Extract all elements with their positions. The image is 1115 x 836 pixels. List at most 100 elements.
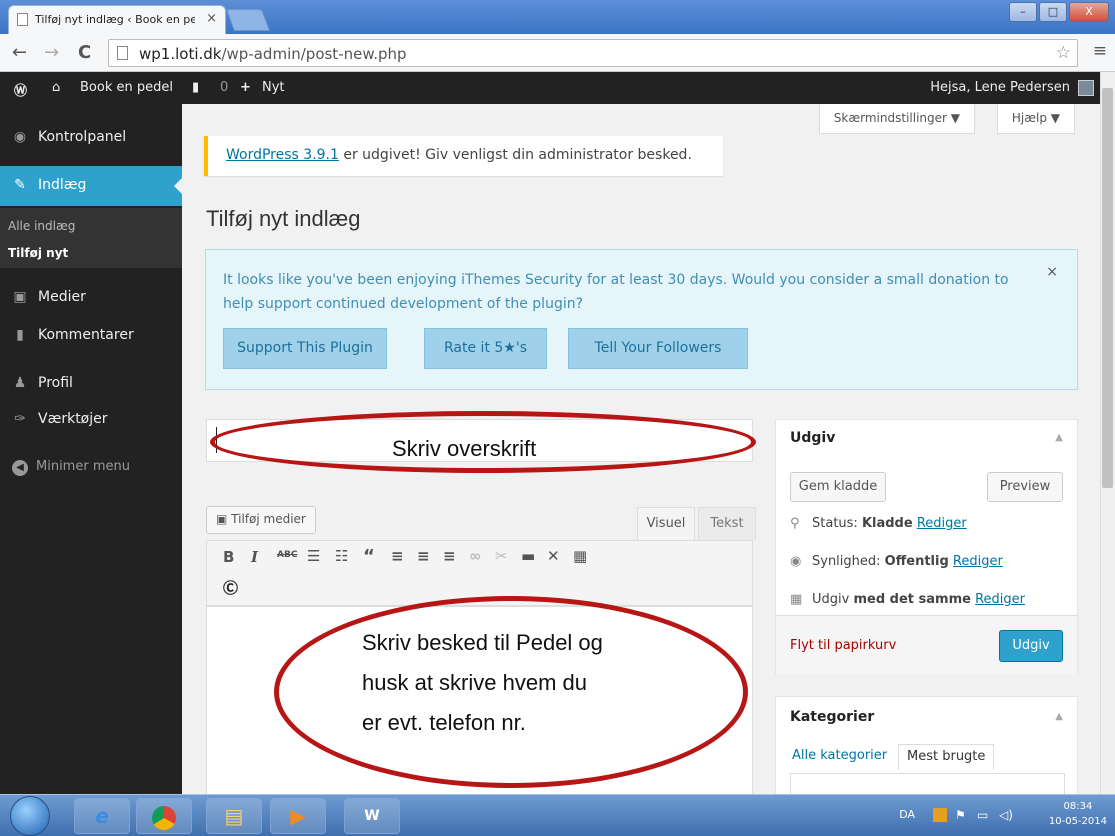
- internet-explorer-icon[interactable]: e: [74, 798, 130, 834]
- minimize-button[interactable]: –: [1009, 2, 1037, 22]
- fullscreen-icon[interactable]: ✕: [547, 547, 560, 565]
- update-notice-text: er udgivet! Giv venligst din administrat…: [338, 147, 692, 163]
- update-link[interactable]: WordPress 3.9.1: [226, 147, 339, 163]
- add-media-button[interactable]: ▣ Tilføj medier: [206, 506, 316, 534]
- collapse-toggle-icon[interactable]: ▲: [1055, 711, 1063, 722]
- tab-most-used[interactable]: Mest brugte: [898, 744, 995, 770]
- edit-status-link[interactable]: Rediger: [917, 516, 967, 531]
- plugin-c-icon[interactable]: Ⓒ: [223, 577, 238, 598]
- annotation-line: husk at skrive hvem du: [362, 670, 587, 695]
- align-center-icon[interactable]: ≡: [417, 547, 430, 565]
- align-right-icon[interactable]: ≡: [443, 547, 456, 565]
- comments-count[interactable]: 0: [220, 80, 228, 95]
- sidebar-item-label: Kontrolpanel: [38, 129, 127, 145]
- plus-icon[interactable]: +: [240, 80, 251, 95]
- network-icon[interactable]: ▭: [977, 808, 991, 822]
- site-name-link[interactable]: Book en pedel: [80, 80, 173, 95]
- forward-icon[interactable]: →: [44, 42, 59, 63]
- blockquote-icon[interactable]: “: [363, 546, 375, 567]
- user-greeting[interactable]: Hejsa, Lene Pedersen: [930, 80, 1070, 95]
- save-draft-button[interactable]: Gem kladde: [790, 472, 886, 502]
- tab-visual[interactable]: Visuel: [637, 507, 695, 540]
- visibility-row: ◉ Synlighed: Offentlig Rediger: [790, 554, 1003, 569]
- visibility-label: Synlighed:: [812, 554, 885, 569]
- sidebar-item-label: Kommentarer: [38, 327, 134, 343]
- status-value: Kladde: [861, 516, 913, 531]
- toolbar-toggle-icon[interactable]: ▦: [573, 547, 587, 565]
- tab-all-categories[interactable]: Alle kategorier: [784, 744, 895, 770]
- maximize-button[interactable]: □: [1039, 2, 1067, 22]
- reload-icon[interactable]: C: [78, 42, 91, 63]
- sidebar-item-label: Profil: [38, 375, 73, 391]
- clock[interactable]: 08:34 10-05-2014: [1049, 799, 1107, 829]
- numbered-list-icon[interactable]: ☷: [335, 547, 348, 565]
- media-icon: ▣: [13, 289, 27, 305]
- dismiss-icon[interactable]: ×: [1046, 264, 1058, 280]
- align-left-icon[interactable]: ≡: [391, 547, 404, 565]
- edit-schedule-link[interactable]: Rediger: [975, 592, 1025, 607]
- dashboard-icon: ◉: [13, 129, 27, 145]
- browser-tab[interactable]: Tilføj nyt indlæg ‹ Book en pedel ×: [8, 5, 226, 34]
- address-bar[interactable]: wp1.loti.dk/wp-admin/post-new.php ☆: [108, 39, 1078, 67]
- annotation-body-hint: Skriv besked til Pedel og husk at skrive…: [362, 623, 603, 743]
- sidebar-item-tools[interactable]: ✑ Værktøjer: [0, 400, 182, 440]
- tell-followers-button[interactable]: Tell Your Followers: [568, 328, 748, 369]
- scrollbar-thumb[interactable]: [1102, 88, 1113, 488]
- action-center-icon[interactable]: ⚑: [955, 808, 969, 822]
- back-icon[interactable]: ←: [12, 42, 27, 63]
- sub-item-all-posts[interactable]: Alle indlæg: [8, 219, 75, 233]
- unlink-icon[interactable]: ✂: [495, 547, 508, 565]
- bold-icon[interactable]: B: [223, 548, 234, 566]
- sidebar-item-dashboard[interactable]: ◉ Kontrolpanel: [0, 118, 182, 158]
- strikethrough-icon[interactable]: ABC: [277, 550, 297, 560]
- clock-date: 10-05-2014: [1048, 816, 1107, 827]
- collapse-toggle-icon[interactable]: ▲: [1055, 432, 1063, 443]
- file-explorer-icon[interactable]: ▤: [206, 798, 262, 834]
- new-tab-button[interactable]: [225, 9, 271, 31]
- chrome-icon[interactable]: [136, 798, 192, 834]
- word-icon[interactable]: W: [344, 798, 400, 834]
- browser-menu-icon[interactable]: ≡: [1093, 41, 1107, 61]
- read-more-icon[interactable]: ▬: [521, 547, 535, 565]
- close-window-button[interactable]: X: [1069, 2, 1109, 22]
- sidebar-item-comments[interactable]: ▮ Kommentarer: [0, 316, 182, 356]
- language-indicator[interactable]: DA: [899, 808, 915, 821]
- comment-icon[interactable]: ▮: [192, 80, 199, 95]
- italic-icon[interactable]: I: [251, 548, 258, 566]
- home-icon[interactable]: ⌂: [52, 80, 60, 95]
- sidebar-item-profile[interactable]: ♟ Profil: [0, 364, 182, 404]
- media-player-icon[interactable]: ▶: [270, 798, 326, 834]
- tray-app-icon[interactable]: [933, 808, 947, 822]
- support-plugin-button[interactable]: Support This Plugin: [223, 328, 387, 369]
- rate-plugin-button[interactable]: Rate it 5★'s: [424, 328, 547, 369]
- tab-close-icon[interactable]: ×: [206, 11, 217, 26]
- category-list[interactable]: [790, 773, 1065, 795]
- link-icon[interactable]: ∞: [469, 547, 482, 565]
- preview-button[interactable]: Preview: [987, 472, 1063, 502]
- collapse-menu-button[interactable]: ◀ Minimer menu: [12, 459, 130, 476]
- avatar[interactable]: [1078, 80, 1094, 96]
- help-button[interactable]: Hjælp ▼: [996, 104, 1075, 134]
- windows-taskbar: e ▤ ▶ W DA ⚑ ▭ ◁) 08:34 10-05-2014: [0, 794, 1115, 836]
- wrench-icon: ✑: [14, 411, 26, 427]
- move-to-trash-link[interactable]: Flyt til papirkurv: [790, 638, 896, 653]
- screen-options-button[interactable]: Skærmindstillinger ▼: [818, 104, 975, 134]
- volume-icon[interactable]: ◁): [999, 808, 1013, 822]
- new-content-link[interactable]: Nyt: [262, 80, 285, 95]
- sidebar-item-label: Medier: [38, 289, 86, 305]
- pin-icon: ⚲: [790, 516, 800, 531]
- bookmark-star-icon[interactable]: ☆: [1056, 43, 1071, 63]
- start-button[interactable]: [10, 796, 50, 836]
- edit-visibility-link[interactable]: Rediger: [953, 554, 1003, 569]
- publish-actions: Flyt til papirkurv Udgiv: [776, 615, 1077, 675]
- tab-text[interactable]: Tekst: [698, 507, 756, 540]
- bullet-list-icon[interactable]: ☰: [307, 547, 320, 565]
- categories-box-title: Kategorier: [790, 709, 875, 725]
- tab-title: Tilføj nyt indlæg ‹ Book en pedel: [35, 13, 195, 26]
- sidebar-item-media[interactable]: ▣ Medier: [0, 278, 182, 318]
- sub-item-add-new[interactable]: Tilføj nyt: [8, 246, 68, 260]
- wordpress-logo-icon[interactable]: Ⓦ: [14, 80, 27, 99]
- publish-button[interactable]: Udgiv: [999, 630, 1063, 662]
- browser-titlebar: Tilføj nyt indlæg ‹ Book en pedel × – □ …: [0, 0, 1115, 34]
- sidebar-item-posts[interactable]: ✎ Indlæg: [0, 166, 182, 206]
